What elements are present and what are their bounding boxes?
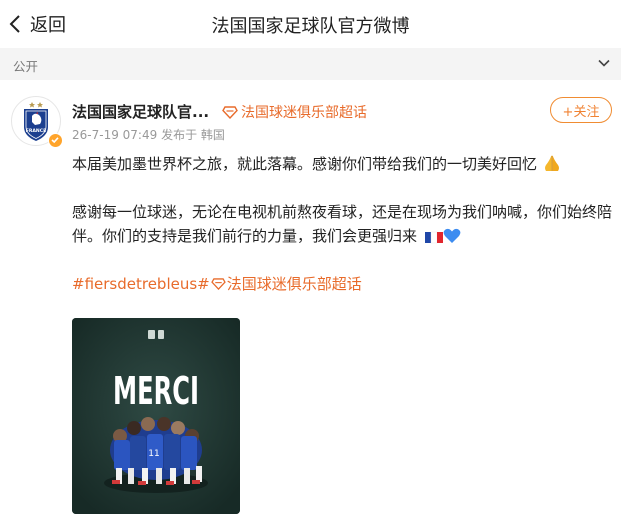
verified-icon — [48, 133, 63, 148]
post-hashtags: #fiersdetrebleus# 法国球迷俱乐部超话 — [72, 272, 612, 296]
hashtag-topic-link[interactable]: 法国球迷俱乐部超话 — [227, 275, 362, 293]
svg-text:11: 11 — [148, 449, 159, 459]
top-nav-bar: 返回 法国国家足球队官方微博 — [0, 0, 621, 48]
merci-caption: MERCI — [113, 369, 199, 413]
post-text-2b: 伴。你们的支持是我们前行的力量，我们会更强归来 — [72, 227, 418, 245]
pray-emoji-icon — [544, 155, 559, 171]
author-name[interactable]: 法国国家足球队官... — [72, 101, 209, 122]
france-flag-emoji-icon — [424, 231, 443, 244]
post-text-1: 本届美加墨世界杯之旅，就此落幕。感谢你们带给我们的一切美好回忆 — [72, 155, 538, 173]
visibility-bar[interactable]: 公开 — [0, 48, 621, 80]
svg-text:FRANCE: FRANCE — [26, 128, 47, 134]
post-paragraph-1: 本届美加墨世界杯之旅，就此落幕。感谢你们带给我们的一切美好回忆 — [72, 152, 612, 176]
post-date: 26-7-19 07:49 — [72, 128, 158, 142]
post-source: 发布于 韩国 — [161, 128, 225, 142]
post-body: 本届美加墨世界杯之旅，就此落幕。感谢你们带给我们的一切美好回忆 感谢每一位球迷，… — [72, 152, 612, 296]
post-paragraph-2: 感谢每一位球迷，无论在电视机前熬夜看球，还是在现场为我们呐喊，你们始终陪 伴。你… — [72, 200, 612, 248]
post-image[interactable]: MERCI 11 — [72, 318, 240, 514]
visibility-label: 公开 — [13, 59, 39, 74]
avatar[interactable]: FRANCE — [11, 96, 63, 148]
follow-button[interactable]: +关注 — [550, 97, 612, 123]
post-text-2a: 感谢每一位球迷，无论在电视机前熬夜看球，还是在现场为我们呐喊，你们始终陪 — [72, 203, 613, 221]
supertopic-label: 法国球迷俱乐部超话 — [241, 105, 367, 121]
chevron-down-icon[interactable] — [597, 56, 611, 70]
hashtag-link[interactable]: #fiersdetrebleus# — [72, 275, 210, 293]
supertopic-diamond-icon — [222, 105, 238, 119]
trophy-icon — [158, 330, 164, 339]
page-title: 法国国家足球队官方微博 — [211, 16, 410, 37]
supertopic-diamond-icon — [210, 278, 226, 290]
supertopic-tag[interactable]: 法国球迷俱乐部超话 — [222, 102, 367, 122]
post-meta: 26-7-19 07:49 发布于 韩国 — [72, 126, 225, 143]
blue-heart-emoji-icon — [443, 228, 461, 243]
team-crest-icon — [148, 330, 155, 339]
